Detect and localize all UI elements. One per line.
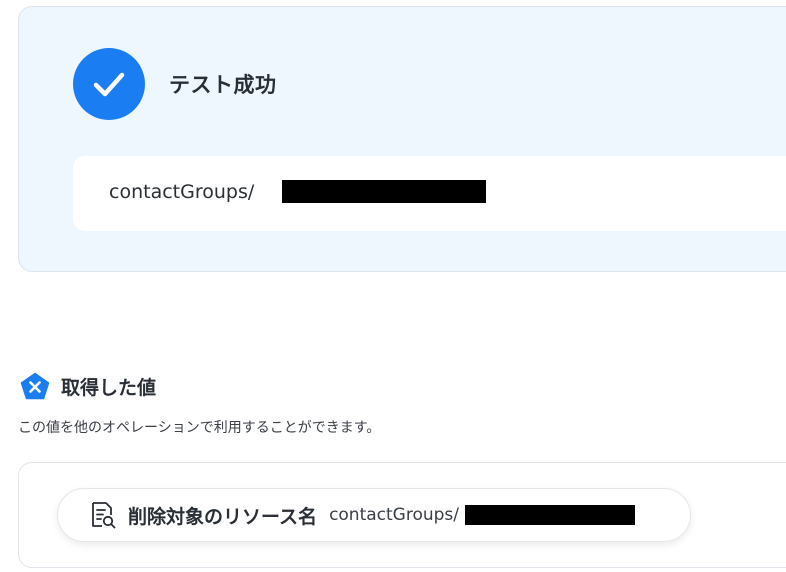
fetched-values-card: 削除対象のリソース名 contactGroups/ xyxy=(18,462,786,568)
redacted-block xyxy=(282,180,486,203)
value-chip-resource-name[interactable]: 削除対象のリソース名 contactGroups/ xyxy=(57,488,691,542)
test-output-box: contactGroups/ xyxy=(73,156,786,231)
pentagon-x-icon xyxy=(20,372,50,400)
test-success-card: テスト成功 contactGroups/ xyxy=(18,6,786,272)
fetched-values-title: 取得した値 xyxy=(61,376,157,399)
value-chip-value: contactGroups/ xyxy=(329,505,460,525)
redacted-block xyxy=(465,505,636,525)
fetched-values-header: 取得した値 xyxy=(20,372,156,400)
fetched-values-description: この値を他のオペレーションで利用することができます。 xyxy=(18,420,381,436)
test-output-text: contactGroups/ xyxy=(109,181,255,203)
document-search-icon xyxy=(92,502,116,529)
page: テスト成功 contactGroups/ 取得した値 この値を他のオペレーション… xyxy=(0,0,786,572)
value-chip-label: 削除対象のリソース名 xyxy=(128,505,318,528)
check-circle-icon xyxy=(73,48,145,120)
test-success-title: テスト成功 xyxy=(169,73,277,97)
